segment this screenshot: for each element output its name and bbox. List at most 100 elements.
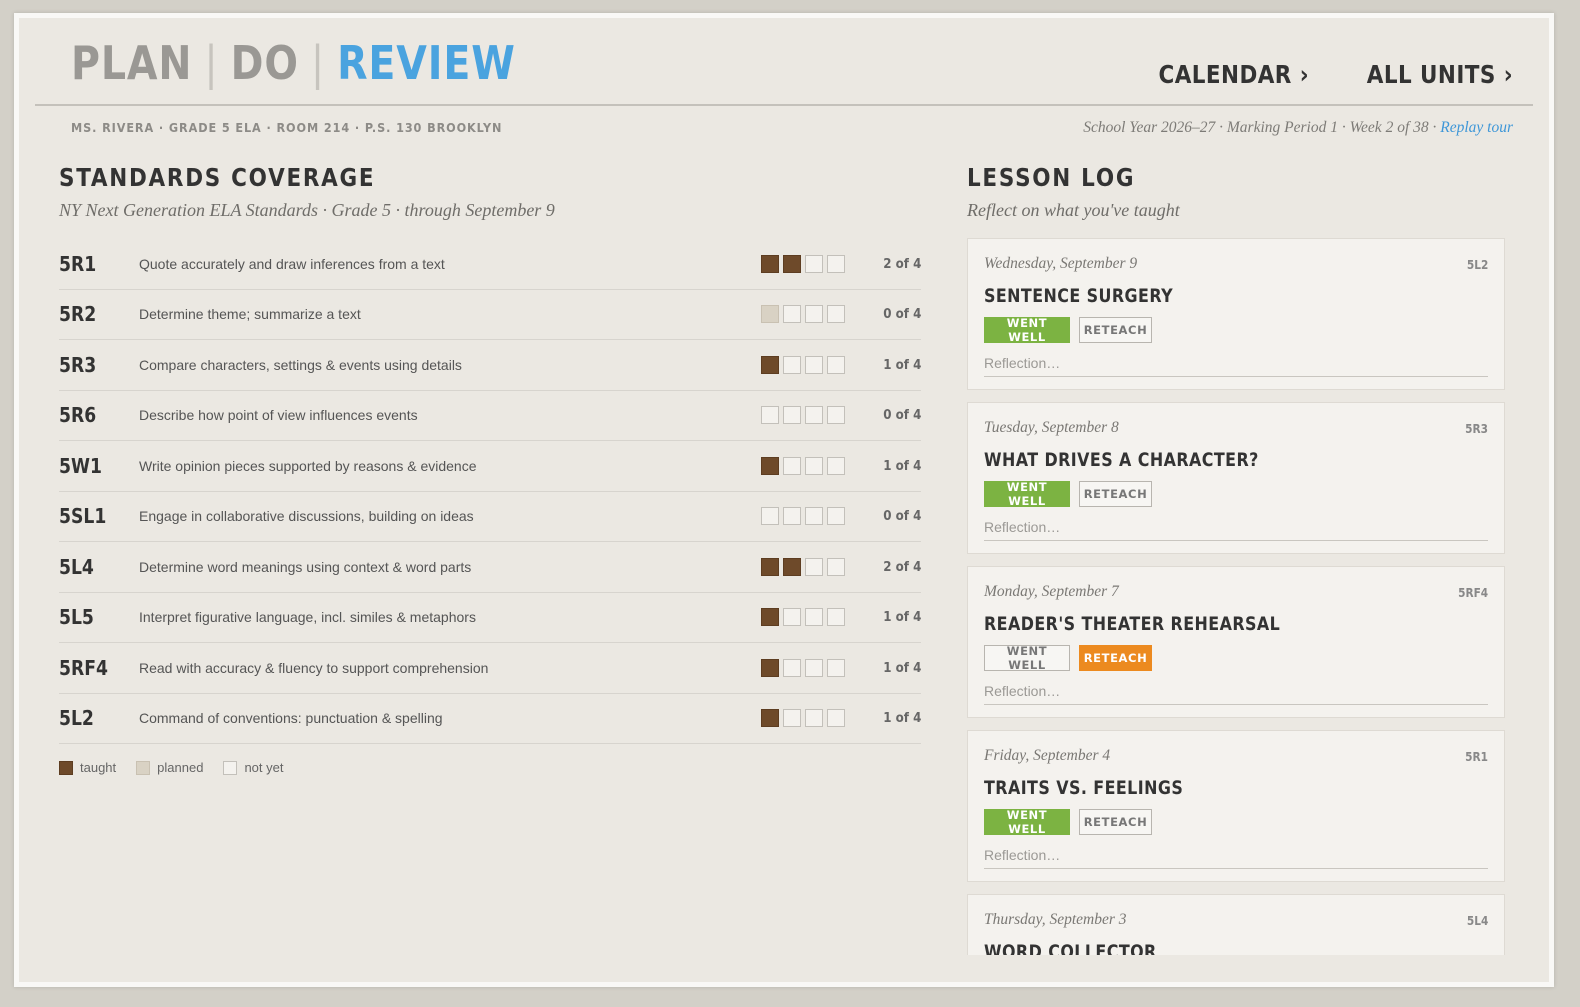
went-well-button[interactable]: WENT WELL	[984, 808, 1070, 836]
coverage-box-not	[827, 254, 845, 273]
nav-divider: |	[310, 36, 326, 90]
reflection-input[interactable]	[984, 517, 1488, 541]
lesson-title: TRAITS VS. FEELINGS	[984, 778, 1184, 799]
coverage-boxes	[761, 355, 845, 374]
taught-swatch	[59, 760, 73, 775]
coverage-box-not	[783, 406, 801, 425]
coverage-box-not	[805, 608, 823, 627]
lesson-status-buttons: WENT WELL RETEACH	[984, 480, 1488, 508]
coverage-box-not	[805, 305, 823, 324]
coverage-box-taught	[761, 709, 779, 728]
coverage-boxes	[761, 406, 845, 425]
standard-row[interactable]: 5W1 Write opinion pieces supported by rea…	[59, 441, 921, 492]
lesson-title: WORD COLLECTOR	[984, 942, 1157, 955]
lesson-date: Friday, September 4	[984, 747, 1111, 764]
coverage-box-not	[827, 658, 845, 677]
standard-code: 5R3	[59, 352, 97, 377]
all-units-link[interactable]: ALL UNITS ›	[1367, 60, 1513, 89]
went-well-button[interactable]: WENT WELL	[984, 316, 1070, 344]
coverage-boxes	[761, 557, 845, 576]
coverage-box-taught	[761, 254, 779, 273]
standard-row[interactable]: 5R2 Determine theme; summarize a text 0 of…	[59, 290, 921, 340]
standard-code: 5W1	[59, 453, 102, 478]
standards-subtitle: NY Next Generation ELA Standards · Grade…	[59, 200, 555, 220]
standard-row[interactable]: 5L2 Command of conventions: punctuation &…	[59, 694, 921, 744]
lesson-standard-code: 5L4	[1466, 914, 1488, 928]
coverage-box-not	[805, 507, 823, 526]
reflection-input[interactable]	[984, 353, 1488, 377]
reflection-input[interactable]	[984, 681, 1488, 705]
went-well-button[interactable]: WENT WELL	[984, 644, 1070, 672]
coverage-count: 0 of 4	[882, 407, 921, 424]
replay-tour-link[interactable]: Replay tour	[1440, 119, 1513, 136]
standard-row[interactable]: 5SL1 Engage in collaborative discussions,…	[59, 492, 921, 542]
coverage-boxes	[761, 658, 845, 677]
coverage-box-not	[783, 355, 801, 374]
coverage-box-taught	[761, 557, 779, 576]
coverage-count: 1 of 4	[882, 356, 921, 373]
standard-row[interactable]: 5RF4 Read with accuracy & fluency to supp…	[59, 643, 921, 694]
lesson-status-buttons: WENT WELL RETEACH	[984, 808, 1488, 836]
coverage-box-not	[805, 254, 823, 273]
coverage-box-not	[805, 355, 823, 374]
standard-code: 5L4	[59, 554, 94, 579]
app-frame: PLAN | DO | REVIEW CALENDAR › ALL UNITS › MS…	[14, 13, 1554, 987]
lesson-date: Tuesday, September 8	[984, 419, 1119, 436]
standard-code: 5R6	[59, 403, 97, 428]
legend-planned: planned	[136, 760, 203, 775]
coverage-box-not	[827, 709, 845, 728]
standard-row[interactable]: 5R6 Describe how point of view influences…	[59, 391, 921, 441]
standard-code: 5L5	[59, 605, 94, 630]
lesson-card: Tuesday, September 8 5R3 WHAT DRIVES A CHA…	[967, 402, 1505, 554]
coverage-legend: taught planned not yet	[59, 760, 921, 775]
coverage-boxes	[761, 254, 845, 273]
coverage-boxes	[761, 305, 845, 324]
reflection-input[interactable]	[984, 845, 1488, 869]
coverage-box-not	[783, 608, 801, 627]
not-yet-swatch	[223, 760, 238, 775]
school-year-info: School Year 2026–27 · Marking Period 1 ·…	[1083, 119, 1513, 137]
app-nav: PLAN | DO | REVIEW	[71, 36, 516, 90]
standard-row[interactable]: 5R1 Quote accurately and draw inferences …	[59, 239, 921, 290]
nav-review[interactable]: REVIEW	[337, 36, 516, 90]
lesson-card: Monday, September 7 5RF4 READER'S THEATER …	[967, 566, 1505, 718]
lesson-card: Wednesday, September 9 5L2 SENTENCE SURGER…	[967, 238, 1505, 390]
reteach-button[interactable]: RETEACH	[1079, 809, 1152, 835]
nav-plan[interactable]: PLAN	[71, 36, 192, 90]
reteach-button[interactable]: RETEACH	[1079, 481, 1152, 507]
standard-row[interactable]: 5L4 Determine word meanings using context…	[59, 542, 921, 593]
coverage-count: 2 of 4	[882, 255, 921, 272]
coverage-box-taught	[761, 658, 779, 677]
coverage-box-not	[827, 406, 845, 425]
coverage-boxes	[761, 507, 845, 526]
lesson-date: Wednesday, September 9	[984, 255, 1138, 272]
coverage-box-planned	[761, 305, 779, 324]
went-well-button[interactable]: WENT WELL	[984, 480, 1070, 508]
coverage-count: 1 of 4	[882, 710, 921, 727]
standards-coverage: STANDARDS COVERAGE NY Next Generation EL…	[59, 163, 921, 775]
legend-not-yet: not yet	[223, 760, 283, 775]
standard-row[interactable]: 5L5 Interpret figurative language, incl. …	[59, 593, 921, 643]
lesson-status-buttons: WENT WELL RETEACH	[984, 644, 1488, 672]
lesson-standard-code: 5R1	[1465, 750, 1488, 764]
coverage-box-not	[827, 456, 845, 475]
coverage-count: 1 of 4	[882, 609, 921, 626]
lesson-log-cards[interactable]: Wednesday, September 9 5L2 SENTENCE SURGER…	[967, 238, 1505, 955]
standard-row[interactable]: 5R3 Compare characters, settings & events…	[59, 340, 921, 391]
coverage-box-taught	[761, 456, 779, 475]
coverage-count: 1 of 4	[882, 659, 921, 676]
lesson-card: Friday, September 4 5R1 TRAITS VS. FEELING…	[967, 730, 1505, 882]
lesson-standard-code: 5RF4	[1457, 586, 1488, 600]
standards-title: STANDARDS COVERAGE	[59, 163, 376, 192]
legend-taught: taught	[59, 760, 116, 775]
coverage-boxes	[761, 709, 845, 728]
reteach-button[interactable]: RETEACH	[1079, 317, 1152, 343]
calendar-link[interactable]: CALENDAR ›	[1158, 60, 1308, 89]
coverage-count: 2 of 4	[882, 558, 921, 575]
planned-swatch	[136, 760, 151, 775]
reteach-button[interactable]: RETEACH	[1079, 645, 1152, 671]
legend-not-yet-label: not yet	[244, 760, 284, 775]
nav-do[interactable]: DO	[231, 36, 299, 90]
lesson-title: SENTENCE SURGERY	[984, 286, 1174, 307]
coverage-box-taught	[783, 557, 801, 576]
